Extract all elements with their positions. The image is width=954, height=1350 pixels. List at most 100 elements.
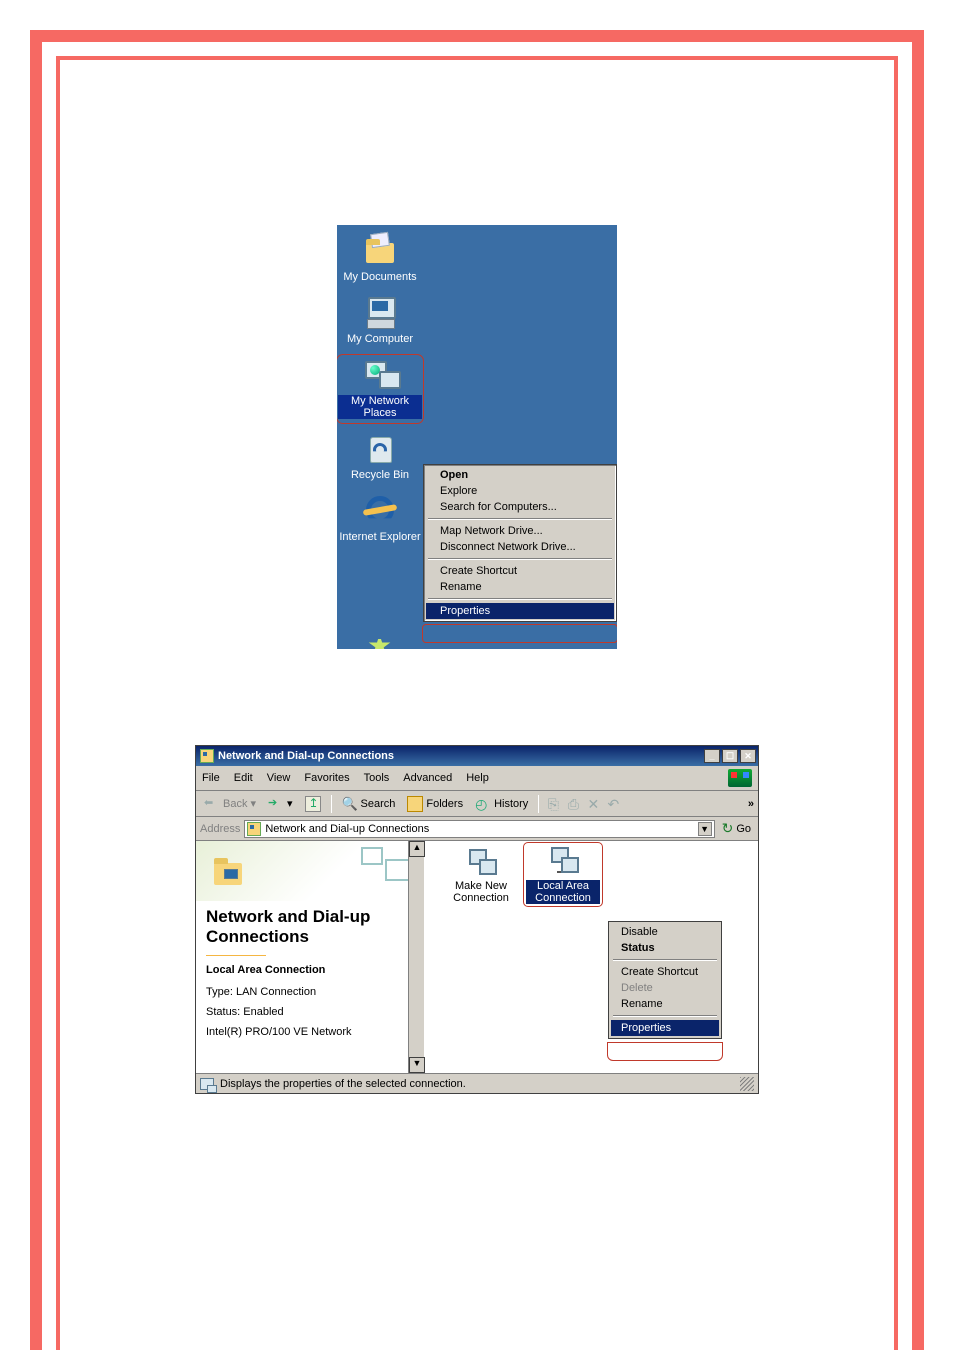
context-menu-item-rename[interactable]: Rename [611, 996, 719, 1012]
move-to-icon[interactable]: ⎘ [545, 796, 561, 812]
context-menu-item-map-drive[interactable]: Map Network Drive... [426, 523, 614, 539]
context-menu-separator [428, 558, 612, 560]
app-icon [200, 749, 214, 763]
address-text: Network and Dial-up Connections [265, 823, 693, 835]
status-icon [200, 1078, 214, 1090]
desktop-icon-internet-explorer[interactable]: Internet Explorer [337, 491, 423, 547]
icon-label: My Computer [338, 333, 422, 345]
info-pane-adapter: Intel(R) PRO/100 VE Network [206, 1026, 413, 1038]
history-icon [475, 796, 491, 812]
icon-label: My Documents [338, 271, 422, 283]
undo-icon[interactable]: ↶ [605, 796, 621, 812]
title-bar[interactable]: Network and Dial-up Connections _ ☐ ✕ [196, 746, 758, 766]
address-bar: Address Network and Dial-up Connections … [196, 817, 758, 841]
context-menu-item-open[interactable]: Open [426, 467, 614, 483]
address-label: Address [200, 823, 240, 835]
info-pane-status: Status: Enabled [206, 1006, 413, 1018]
forward-button[interactable]: ▾ [264, 794, 297, 814]
context-menu-separator [613, 959, 717, 961]
status-bar: Displays the properties of the selected … [196, 1073, 758, 1093]
ie-icon [363, 493, 397, 527]
menu-edit[interactable]: Edit [234, 772, 253, 784]
desktop-icons: My Documents My Computer My Network Plac… [337, 225, 423, 547]
forward-arrow-icon [268, 796, 284, 812]
history-button[interactable]: History [471, 794, 532, 814]
context-menu-item-search[interactable]: Search for Computers... [426, 499, 614, 515]
minimize-button[interactable]: _ [704, 749, 720, 763]
scrollbar[interactable]: ▲ ▼ [408, 841, 424, 1073]
desktop-icon-recycle-bin[interactable]: Recycle Bin [337, 429, 423, 485]
status-text: Displays the properties of the selected … [220, 1078, 466, 1090]
desktop-icon-my-documents[interactable]: My Documents [337, 231, 423, 287]
toolbar-separator [331, 795, 332, 813]
chevron-down-icon: ▾ [250, 797, 256, 810]
scroll-up-button[interactable]: ▲ [409, 841, 425, 857]
toolbar-overflow-button[interactable]: » [748, 798, 754, 810]
back-arrow-icon [204, 796, 220, 812]
info-pane-type: Type: LAN Connection [206, 986, 413, 998]
icon-local-area-connection[interactable]: Local Area Connection [524, 843, 602, 906]
network-places-icon [363, 357, 397, 391]
client-area: Network and Dial-up Connections Local Ar… [196, 841, 758, 1073]
desktop-icon-my-computer[interactable]: My Computer [337, 293, 423, 349]
menu-file[interactable]: File [202, 772, 220, 784]
recycle-bin-icon [363, 431, 397, 465]
info-pane: Network and Dial-up Connections Local Ar… [196, 841, 424, 1073]
context-menu-separator [428, 518, 612, 520]
info-pane-divider [206, 955, 266, 956]
copy-to-icon[interactable]: ⎙ [565, 796, 581, 812]
context-menu: Open Explore Search for Computers... Map… [423, 464, 617, 622]
menu-bar: File Edit View Favorites Tools Advanced … [196, 766, 758, 791]
context-menu-item-rename[interactable]: Rename [426, 579, 614, 595]
menu-favorites[interactable]: Favorites [304, 772, 349, 784]
context-menu-item-explore[interactable]: Explore [426, 483, 614, 499]
info-pane-subheading: Local Area Connection [206, 964, 413, 976]
go-button[interactable]: ↻ Go [719, 820, 754, 837]
annotation-highlight [422, 624, 617, 643]
search-button[interactable]: Search [338, 794, 400, 814]
explorer-window: Network and Dial-up Connections _ ☐ ✕ Fi… [195, 745, 759, 1094]
address-field[interactable]: Network and Dial-up Connections ▼ [244, 820, 714, 838]
context-menu-item-create-shortcut[interactable]: Create Shortcut [426, 563, 614, 579]
info-pane-heading: Network and Dial-up Connections [206, 907, 413, 947]
folders-button[interactable]: Folders [403, 794, 467, 814]
icon-label: Internet Explorer [338, 531, 422, 543]
context-menu-item-create-shortcut[interactable]: Create Shortcut [611, 964, 719, 980]
desktop-icon-my-network-places[interactable]: My Network Places [337, 355, 423, 423]
folder-icon [363, 233, 397, 267]
search-icon [342, 796, 358, 812]
go-arrow-icon: ↻ [722, 820, 734, 837]
maximize-button[interactable]: ☐ [722, 749, 738, 763]
resize-grip[interactable] [740, 1077, 754, 1091]
context-menu: Disable Status Create Shortcut Delete Re… [608, 921, 722, 1039]
address-dropdown-button[interactable]: ▼ [698, 822, 712, 836]
menu-view[interactable]: View [267, 772, 291, 784]
icon-caption: Make New Connection [442, 880, 520, 904]
menu-advanced[interactable]: Advanced [403, 772, 452, 784]
toolbar-separator [538, 795, 539, 813]
context-menu-separator [428, 598, 612, 600]
icon-label: My Network Places [338, 395, 422, 419]
menu-help[interactable]: Help [466, 772, 489, 784]
context-menu-item-disable[interactable]: Disable [611, 924, 719, 940]
context-menu-item-disconnect-drive[interactable]: Disconnect Network Drive... [426, 539, 614, 555]
computer-icon [363, 295, 397, 329]
back-button[interactable]: Back ▾ [200, 794, 260, 814]
menu-tools[interactable]: Tools [364, 772, 390, 784]
context-menu-item-properties[interactable]: Properties [611, 1020, 719, 1036]
address-icon [247, 822, 261, 836]
info-pane-graphic [196, 841, 423, 901]
icon-label: Recycle Bin [338, 469, 422, 481]
icon-make-new-connection[interactable]: Make New Connection [442, 845, 520, 904]
context-menu-item-properties[interactable]: Properties [426, 603, 614, 619]
context-menu-item-status[interactable]: Status [611, 940, 719, 956]
make-new-connection-icon [465, 845, 497, 877]
scroll-down-button[interactable]: ▼ [409, 1057, 425, 1073]
context-menu-item-delete[interactable]: Delete [611, 980, 719, 996]
close-button[interactable]: ✕ [740, 749, 756, 763]
toolbar: Back ▾ ▾ Search Folders History [196, 791, 758, 817]
delete-icon[interactable]: ✕ [585, 796, 601, 812]
star-glimpse-icon [367, 639, 393, 649]
window-title: Network and Dial-up Connections [218, 750, 704, 762]
up-button[interactable] [301, 794, 325, 814]
